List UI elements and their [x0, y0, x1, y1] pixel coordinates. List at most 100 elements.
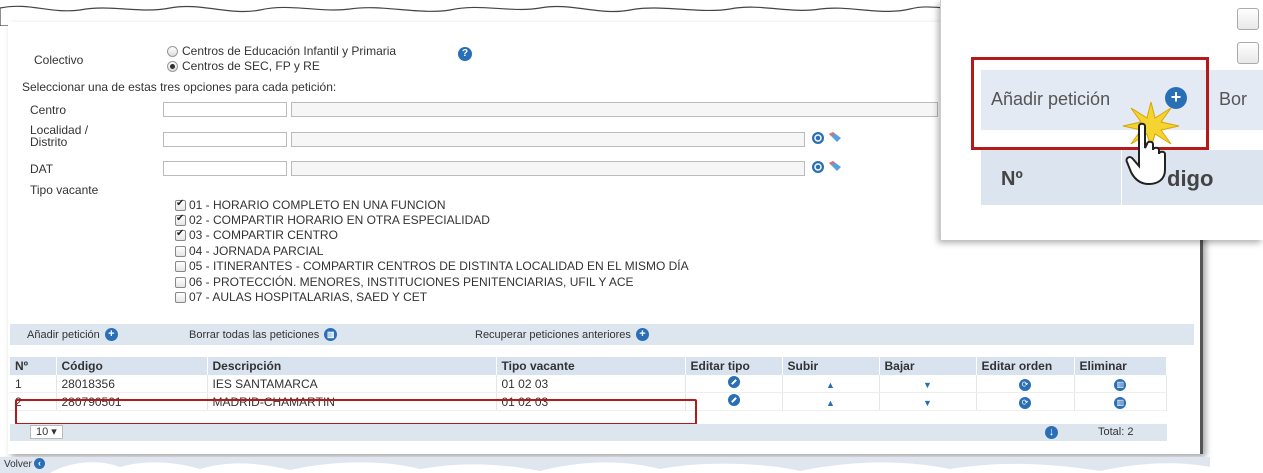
cell-move-down: ▼	[879, 392, 977, 411]
radio-label: Centros de SEC, FP y RE	[182, 59, 320, 73]
dat-name-input[interactable]	[291, 161, 805, 176]
tipo-vacante-option-03[interactable]: 03 - COMPARTIR CENTRO	[175, 228, 338, 242]
zoom-callout: Añadir petición + Bor Nº digo	[940, 0, 1263, 240]
column-header[interactable]: Bajar	[879, 357, 977, 375]
trash-icon[interactable]: ▥	[1114, 397, 1127, 409]
tipo-vacante-option-07[interactable]: 07 - AULAS HOSPITALARIAS, SAED Y CET	[175, 290, 427, 304]
column-header[interactable]: Nº	[10, 357, 57, 375]
checkbox-label: 06 - PROTECCIÓN. MENORES, INSTITUCIONES …	[189, 275, 634, 289]
eraser-icon[interactable]	[827, 131, 843, 145]
checkbox[interactable]	[175, 228, 186, 241]
table-row[interactable]: 1 28018356 IES SANTAMARCA 01 02 03 ▲ ▼ ⟳…	[10, 375, 1167, 393]
colectivo-label: Colectivo	[34, 53, 84, 67]
arrow-down-icon[interactable]: ▼	[923, 380, 932, 390]
column-divider	[1121, 150, 1122, 205]
bottom-actions-bar: Volver ‹	[0, 457, 1210, 473]
checkbox-label: 03 - COMPARTIR CENTRO	[189, 228, 338, 242]
tipo-vacante-option-01[interactable]: 01 - HORARIO COMPLETO EN UNA FUNCION	[175, 198, 445, 212]
arrow-up-icon[interactable]: ▲	[826, 398, 835, 408]
checkbox[interactable]	[175, 260, 186, 272]
zoom-codigo-header: digo	[1167, 166, 1214, 191]
tipo-vacante-option-02[interactable]: 02 - COMPARTIR HORARIO EN OTRA ESPECIALI…	[175, 213, 490, 227]
centro-label: Centro	[30, 103, 67, 117]
delete-all-button[interactable]: Borrar todas las peticiones ▥	[189, 328, 338, 341]
column-header[interactable]: Tipo vacante	[496, 357, 686, 375]
zoom-table-header	[981, 150, 1263, 205]
localidad-code-input[interactable]	[163, 132, 287, 147]
column-header[interactable]: Eliminar	[1074, 357, 1167, 375]
refresh-icon[interactable]: ⟳	[1019, 397, 1031, 409]
arrow-down-icon[interactable]: ▼	[923, 398, 932, 408]
dat-label: DAT	[30, 162, 54, 176]
zoom-delete-label: Bor	[1219, 89, 1248, 109]
cell-edit-type	[685, 375, 783, 393]
checkbox[interactable]	[175, 245, 186, 257]
petition-toolbar: Añadir petición + Borrar todas las petic…	[10, 324, 1194, 345]
edit-pencil-icon[interactable]	[727, 376, 740, 388]
checkbox[interactable]	[1237, 42, 1259, 64]
download-icon[interactable]: ↓	[1045, 426, 1058, 439]
cell-descripcion: IES SANTAMARCA	[207, 375, 497, 393]
plus-icon: +	[635, 328, 649, 341]
centro-name-input[interactable]	[291, 102, 938, 117]
column-header[interactable]: Código	[56, 357, 208, 375]
cell-delete: ▥	[1074, 375, 1167, 393]
checkbox[interactable]	[175, 291, 186, 303]
checkbox-label: 05 - ITINERANTES - COMPARTIR CENTROS DE …	[189, 259, 689, 273]
select-instructions: Seleccionar una de estas tres opciones p…	[22, 80, 337, 94]
cell-move-up: ▲	[782, 375, 880, 393]
cell-tipo: 01 02 03	[496, 375, 686, 393]
add-petition-button[interactable]: Añadir petición +	[27, 328, 118, 341]
column-header[interactable]: Subir	[782, 357, 880, 375]
help-icon[interactable]: ?	[458, 47, 472, 61]
tipo-vacante-label: Tipo vacante	[30, 183, 99, 197]
recover-label: Recuperar peticiones anteriores	[475, 328, 631, 341]
cell-codigo: 28018356	[56, 375, 208, 393]
dat-code-input[interactable]	[163, 161, 287, 176]
column-header[interactable]: Editar orden	[976, 357, 1075, 375]
checkbox-label: 04 - JORNADA PARCIAL	[189, 244, 324, 258]
localidad-tools	[811, 131, 843, 145]
radio-button[interactable]	[167, 45, 178, 57]
table-header-row: Nº Código Descripción Tipo vacante Edita…	[10, 357, 1167, 375]
radio-infantil-primaria[interactable]: Centros de Educación Infantil y Primaria	[167, 44, 396, 58]
cell-move-up: ▲	[782, 392, 880, 411]
checkbox[interactable]	[175, 213, 186, 226]
highlight-box	[15, 399, 697, 425]
radio-sec-fp-re[interactable]: Centros de SEC, FP y RE	[167, 59, 320, 73]
radio-label: Centros de Educación Infantil y Primaria	[182, 44, 397, 58]
checkbox[interactable]	[175, 198, 186, 211]
checkbox[interactable]	[1237, 8, 1259, 30]
search-icon[interactable]	[811, 160, 825, 174]
trash-icon[interactable]: ▥	[1114, 379, 1127, 391]
edit-pencil-icon[interactable]	[727, 394, 740, 406]
cell-edit-order: ⟳	[976, 392, 1075, 411]
eraser-icon[interactable]	[827, 160, 843, 174]
torn-edge-bottom	[50, 462, 1210, 473]
column-header[interactable]: Descripción	[207, 357, 497, 375]
checkbox-label: 01 - HORARIO COMPLETO EN UNA FUNCION	[189, 198, 446, 212]
add-petition-label: Añadir petición	[27, 328, 100, 341]
radio-button[interactable]	[167, 60, 178, 72]
cell-edit-order: ⟳	[976, 375, 1075, 393]
page-size-select[interactable]: 10 ▾	[30, 425, 63, 439]
localidad-name-input[interactable]	[291, 132, 805, 147]
checkbox-label: 02 - COMPARTIR HORARIO EN OTRA ESPECIALI…	[189, 213, 490, 227]
column-header[interactable]: Editar tipo	[685, 357, 783, 375]
cell-move-down: ▼	[879, 375, 977, 393]
centro-code-input[interactable]	[163, 102, 287, 117]
delete-all-label: Borrar todas las peticiones	[189, 328, 320, 341]
dat-tools	[811, 160, 843, 174]
total-count: Total: 2	[1098, 426, 1134, 438]
tipo-vacante-option-05[interactable]: 05 - ITINERANTES - COMPARTIR CENTROS DE …	[175, 259, 689, 273]
refresh-icon[interactable]: ⟳	[1019, 379, 1031, 391]
localidad-label-line2: Distrito	[30, 135, 68, 149]
tipo-vacante-option-06[interactable]: 06 - PROTECCIÓN. MENORES, INSTITUCIONES …	[175, 275, 634, 289]
table-footer: 10 ▾ ↓ Total: 2	[10, 424, 1167, 441]
tipo-vacante-option-04[interactable]: 04 - JORNADA PARCIAL	[175, 244, 323, 258]
hand-cursor-icon	[1125, 122, 1166, 186]
checkbox[interactable]	[175, 276, 186, 288]
search-icon[interactable]	[811, 131, 825, 145]
arrow-up-icon[interactable]: ▲	[826, 380, 835, 390]
recover-button[interactable]: Recuperar peticiones anteriores +	[475, 328, 649, 341]
